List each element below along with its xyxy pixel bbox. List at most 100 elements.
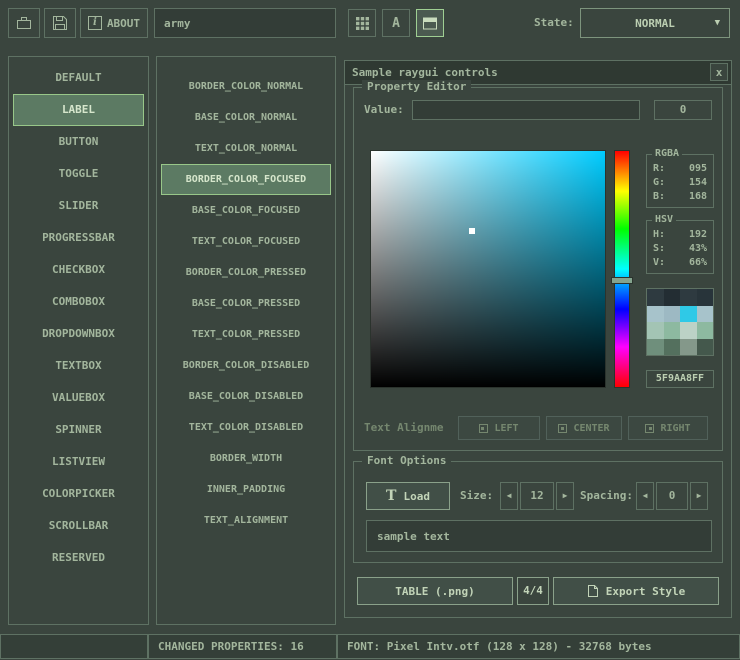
control-item[interactable]: VALUEBOX (13, 382, 144, 414)
control-item[interactable]: CHECKBOX (13, 254, 144, 286)
palette-swatch[interactable] (647, 339, 664, 356)
property-item[interactable]: TEXT_COLOR_DISABLED (161, 412, 331, 443)
palette-swatch[interactable] (680, 339, 697, 356)
statusbar-changed-properties: CHANGED PROPERTIES: 16 (148, 634, 337, 659)
property-item[interactable]: BASE_COLOR_NORMAL (161, 102, 331, 133)
text-alignment-label: Text Alignme (364, 421, 457, 434)
property-item-selected[interactable]: BORDER_COLOR_FOCUSED (161, 164, 331, 195)
statusbar-font-info: FONT: Pixel Intv.otf (128 x 128) - 32768… (337, 634, 740, 659)
control-item[interactable]: DROPDOWNBOX (13, 318, 144, 350)
control-item[interactable]: TEXTBOX (13, 350, 144, 382)
palette-swatch[interactable] (680, 322, 697, 339)
property-item[interactable]: TEXT_COLOR_PRESSED (161, 319, 331, 350)
spacing-decrement-button[interactable]: ◀ (636, 482, 654, 510)
control-item[interactable]: PROGRESSBAR (13, 222, 144, 254)
save-style-button[interactable] (44, 8, 76, 38)
property-item[interactable]: BASE_COLOR_PRESSED (161, 288, 331, 319)
palette-swatch[interactable] (680, 306, 697, 323)
hue-slider-handle[interactable] (611, 277, 633, 284)
palette-swatch[interactable] (664, 289, 681, 306)
property-item[interactable]: BORDER_COLOR_NORMAL (161, 71, 331, 102)
property-item[interactable]: TEXT_COLOR_FOCUSED (161, 226, 331, 257)
control-item[interactable]: SPINNER (13, 414, 144, 446)
value-input[interactable] (412, 100, 640, 120)
palette-swatch[interactable] (697, 339, 714, 356)
control-item[interactable]: DEFAULT (13, 62, 144, 94)
close-button[interactable]: x (710, 63, 728, 81)
statusbar-left (0, 634, 148, 659)
control-item[interactable]: SLIDER (13, 190, 144, 222)
size-label: Size: (460, 489, 493, 502)
property-item[interactable]: BORDER_COLOR_PRESSED (161, 257, 331, 288)
palette-swatch[interactable] (680, 289, 697, 306)
property-item[interactable]: INNER_PADDING (161, 474, 331, 505)
control-item[interactable]: COMBOBOX (13, 286, 144, 318)
about-button[interactable]: i ABOUT (80, 8, 148, 38)
chevron-down-icon: ▼ (715, 18, 720, 28)
align-right-icon (645, 424, 654, 433)
align-left-button[interactable]: LEFT (458, 416, 540, 440)
control-item[interactable]: COLORPICKER (13, 478, 144, 510)
size-increment-button[interactable]: ▶ (556, 482, 574, 510)
hsv-h-row: H:192 (647, 228, 713, 242)
align-center-button[interactable]: CENTER (546, 416, 622, 440)
align-right-button[interactable]: RIGHT (628, 416, 708, 440)
palette-swatch[interactable] (664, 306, 681, 323)
property-item[interactable]: TEXT_COLOR_NORMAL (161, 133, 331, 164)
info-icon: i (88, 16, 102, 30)
font-options-label: Font Options (362, 454, 451, 467)
control-item[interactable]: LISTVIEW (13, 446, 144, 478)
style-name-input[interactable] (154, 8, 336, 38)
new-style-button[interactable] (8, 8, 40, 38)
property-item[interactable]: BASE_COLOR_DISABLED (161, 381, 331, 412)
chevron-left-icon: ◀ (643, 491, 648, 500)
state-dropdown[interactable]: NORMAL ▼ (580, 8, 730, 38)
palette-swatch[interactable] (697, 322, 714, 339)
size-valuebox[interactable]: 12 (520, 482, 554, 510)
control-item[interactable]: BUTTON (13, 126, 144, 158)
hsv-s-row: S:43% (647, 242, 713, 256)
rgba-group: RGBA R:095 G:154 B:168 (646, 154, 714, 208)
hex-color-textbox[interactable]: 5F9AA8FF (646, 370, 714, 388)
palette-swatch[interactable] (664, 322, 681, 339)
spacing-increment-button[interactable]: ▶ (690, 482, 708, 510)
palette-swatch[interactable] (697, 306, 714, 323)
size-decrement-button[interactable]: ◀ (500, 482, 518, 510)
property-item[interactable]: BORDER_COLOR_DISABLED (161, 350, 331, 381)
value-box[interactable]: 0 (654, 100, 712, 120)
palette-swatch[interactable] (664, 339, 681, 356)
style-table-view-button[interactable] (348, 9, 376, 37)
control-item[interactable]: RESERVED (13, 542, 144, 574)
rgba-b-row: B:168 (647, 190, 713, 204)
property-item[interactable]: BORDER_WIDTH (161, 443, 331, 474)
hsv-v-row: V:66% (647, 256, 713, 270)
control-item[interactable]: TOGGLE (13, 158, 144, 190)
hue-slider[interactable] (614, 150, 630, 388)
palette-swatch[interactable] (647, 322, 664, 339)
control-item[interactable]: SCROLLBAR (13, 510, 144, 542)
palette-swatch[interactable] (647, 289, 664, 306)
spacing-valuebox[interactable]: 0 (656, 482, 688, 510)
property-item[interactable]: TEXT_ALIGNMENT (161, 505, 331, 536)
control-item-selected[interactable]: LABEL (13, 94, 144, 126)
rgba-label: RGBA (652, 148, 682, 159)
window-title: Sample raygui controls (352, 66, 498, 79)
color-saturation-value-picker[interactable] (370, 150, 606, 388)
rgba-g-row: G:154 (647, 176, 713, 190)
export-format-button[interactable]: TABLE (.png) (357, 577, 513, 605)
hsv-group: HSV H:192 S:43% V:66% (646, 220, 714, 274)
briefcase-icon (15, 14, 33, 32)
property-item[interactable]: BASE_COLOR_FOCUSED (161, 195, 331, 226)
palette-swatch[interactable] (697, 289, 714, 306)
property-editor-group: Property Editor Value: 0 RGBA R:095 G:15… (353, 87, 723, 451)
sample-text-input[interactable] (366, 520, 712, 552)
properties-list-panel: BORDER_COLOR_NORMAL BASE_COLOR_NORMAL TE… (156, 56, 336, 625)
apply-style-to-ui-button[interactable] (416, 9, 444, 37)
pages-valuebox[interactable]: 4/4 (517, 577, 549, 605)
export-style-button[interactable]: Export Style (553, 577, 719, 605)
load-font-button[interactable]: T Load (366, 482, 450, 510)
value-label: Value: (364, 103, 404, 116)
window-icon (422, 16, 438, 31)
font-atlas-button[interactable]: A (382, 9, 410, 37)
palette-swatch[interactable] (647, 306, 664, 323)
